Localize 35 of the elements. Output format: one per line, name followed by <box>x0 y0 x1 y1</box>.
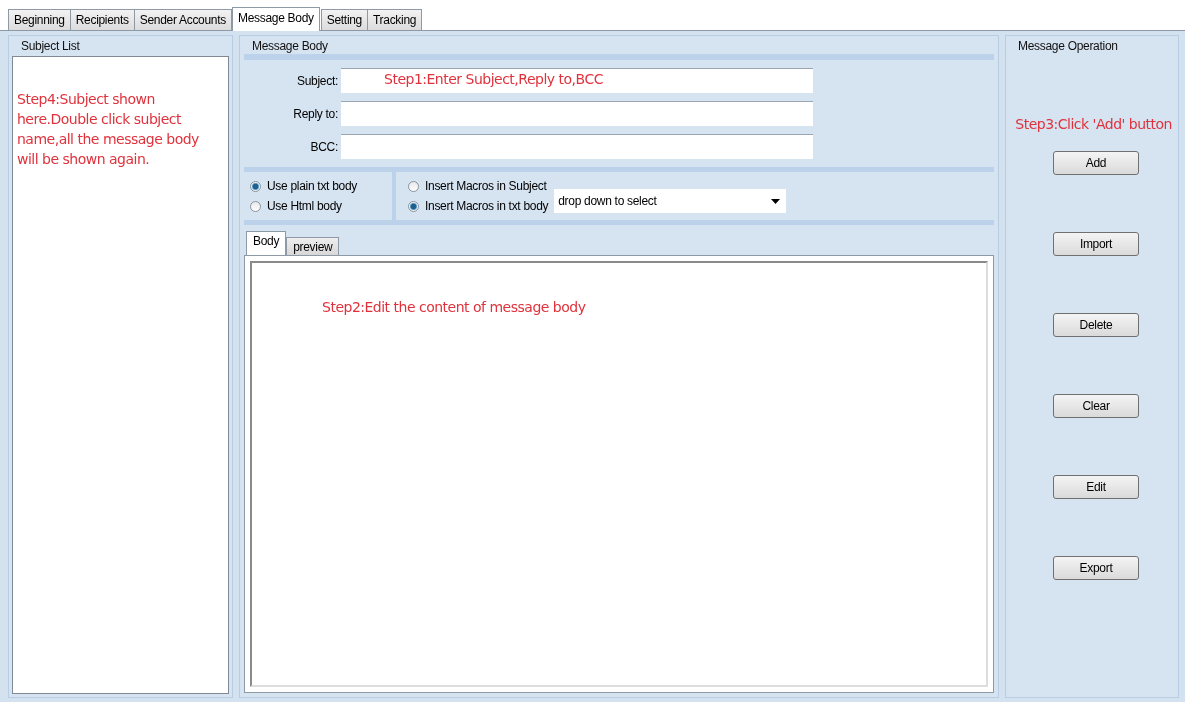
tab[interactable]: Sender Accounts <box>133 9 232 30</box>
radio-label: Use plain txt body <box>267 179 357 193</box>
tab[interactable]: preview <box>286 237 340 255</box>
radio-label: Insert Macros in Subject <box>425 179 547 193</box>
action-button[interactable]: Export <box>1053 556 1139 580</box>
caret-icon <box>771 198 781 204</box>
action-button[interactable]: Import <box>1053 232 1139 256</box>
radio-option[interactable]: Insert Macros in Subject <box>408 178 549 194</box>
action-button[interactable]: Delete <box>1053 313 1139 337</box>
field-label: Reply to: <box>292 106 339 121</box>
macro-dropdown[interactable]: drop down to select <box>554 189 787 213</box>
tab[interactable]: Body <box>246 231 287 255</box>
action-button[interactable]: Clear <box>1053 394 1139 418</box>
tab[interactable]: Message Body <box>231 7 320 31</box>
input-field[interactable] <box>341 68 813 93</box>
tab[interactable]: Setting <box>320 9 368 30</box>
tab[interactable]: Recipients <box>69 9 135 30</box>
field-label: Subject: <box>296 73 339 88</box>
annotation-text: Step4:Subject shown here.Double click subject name,all the message body will be shown again. <box>16 90 200 169</box>
tab[interactable]: Tracking <box>367 9 423 30</box>
annotation-text: Step2:Edit the content of message body <box>322 299 586 315</box>
action-button[interactable]: Edit <box>1053 475 1139 499</box>
annotation-text: Step3:Click 'Add' button <box>1015 116 1172 132</box>
input-field[interactable] <box>341 134 813 159</box>
radio-option[interactable]: Use plain txt body <box>250 178 386 194</box>
radio-label: Insert Macros in txt body <box>425 199 549 213</box>
body-editor[interactable]: Step2:Edit the content of message body <box>250 261 988 687</box>
annotation-text: Step1:Enter Subject,Reply to,BCC <box>384 71 603 87</box>
action-button[interactable]: Add <box>1053 151 1139 175</box>
radio-option[interactable]: Insert Macros in txt body <box>408 198 549 214</box>
radio-option[interactable]: Use Html body <box>250 198 386 214</box>
radio-label: Use Html body <box>267 199 342 213</box>
field-label: BCC: <box>309 139 339 154</box>
tab[interactable]: Beginning <box>8 9 71 30</box>
input-field[interactable] <box>341 101 813 126</box>
